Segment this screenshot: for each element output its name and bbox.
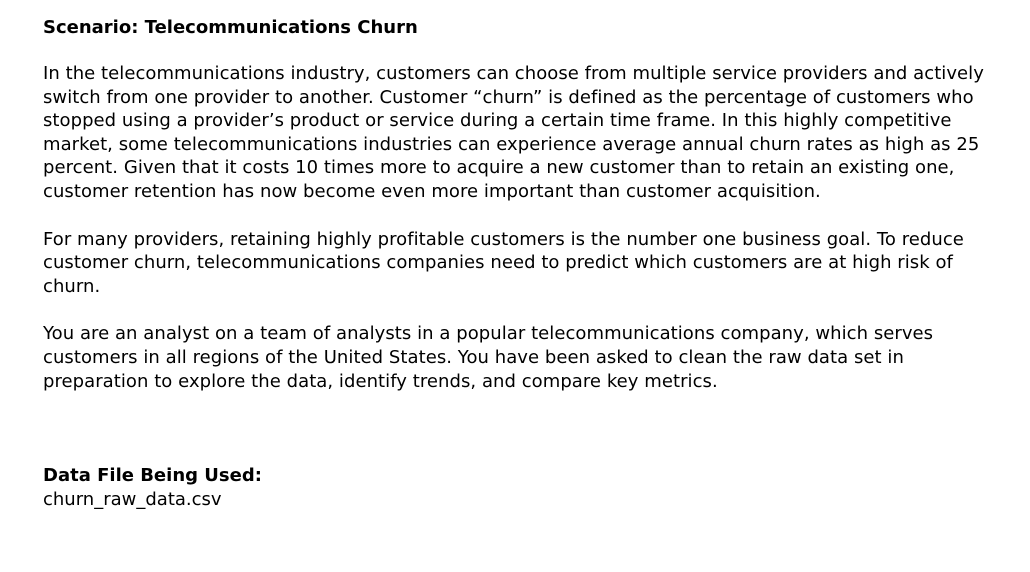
task-paragraph: You are an analyst on a team of analysts…	[43, 323, 934, 392]
document-page: Scenario: Telecommunications Churn In th…	[43, 16, 1003, 512]
scenario-title: Scenario: Telecommunications Churn	[43, 17, 418, 38]
data-file-name: churn_raw_data.csv	[43, 489, 222, 511]
intro-paragraph: In the telecommunications industry, cust…	[43, 63, 984, 202]
goal-paragraph: For many providers, retaining highly pro…	[43, 228, 964, 297]
data-file-label: Data File Being Used:	[43, 465, 262, 487]
